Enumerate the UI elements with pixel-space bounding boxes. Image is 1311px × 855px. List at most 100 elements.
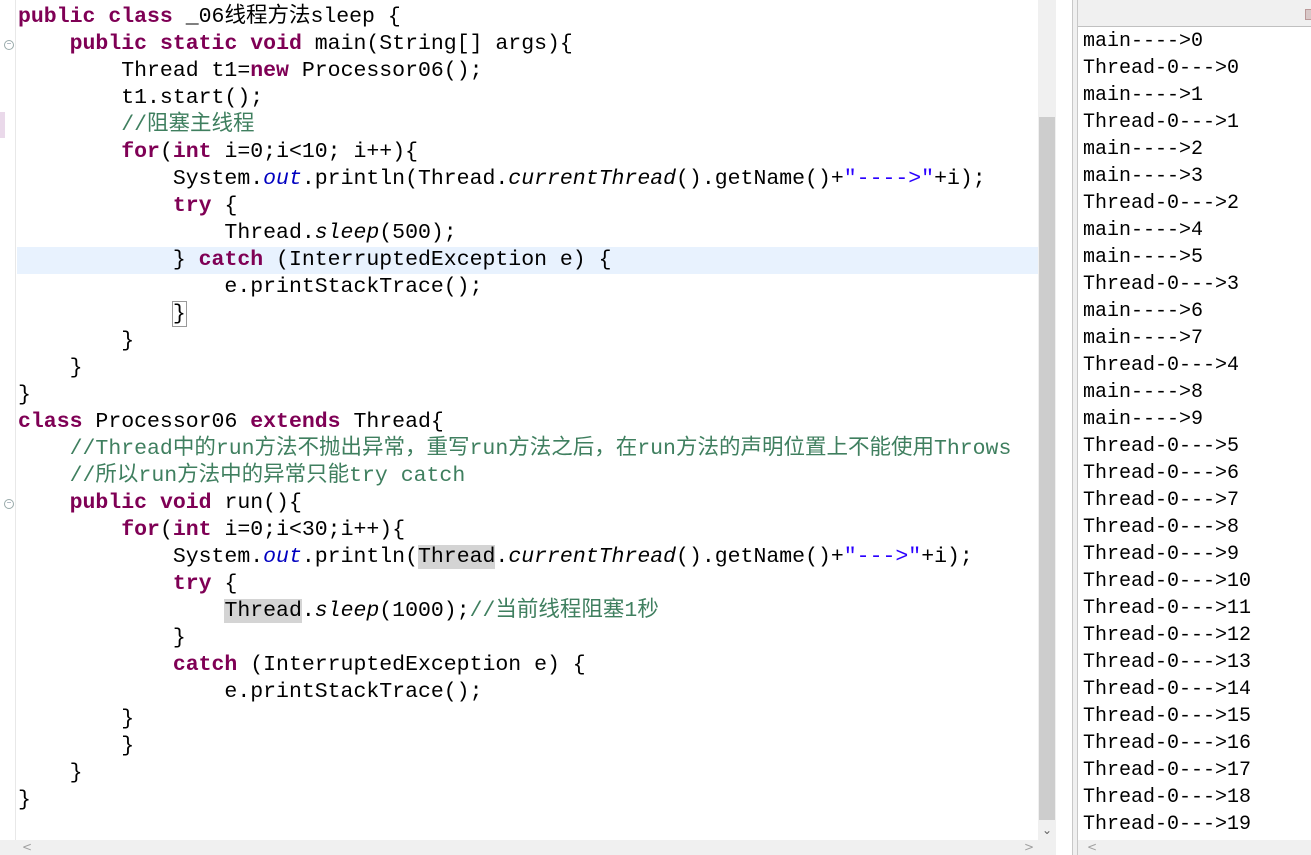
code-line[interactable]: Thread.sleep(1000);//当前线程阻塞1秒: [18, 598, 1038, 625]
console-horizontal-scrollbar[interactable]: <: [1078, 840, 1311, 855]
console-line: Thread-0--->15: [1083, 705, 1252, 728]
code-line[interactable]: t1.start();: [18, 85, 1038, 112]
editor-horizontal-scrollbar[interactable]: < >: [0, 840, 1056, 855]
code-token: e.printStackTrace();: [18, 680, 483, 704]
code-line[interactable]: Thread t1=new Processor06();: [18, 58, 1038, 85]
comment: //当前线程阻塞1秒: [469, 599, 659, 623]
console-line: Thread-0--->10: [1083, 570, 1252, 593]
console-line: Thread-0--->6: [1083, 462, 1240, 485]
code-line[interactable]: System.out.println(Thread.currentThread(…: [18, 544, 1038, 571]
keyword: try: [172, 572, 212, 596]
console-line: Thread-0--->14: [1083, 678, 1252, 701]
code-token: }: [18, 356, 83, 380]
code-token: +i);: [934, 167, 986, 191]
console-line: main---->2: [1083, 138, 1204, 161]
console-line: Thread-0--->13: [1083, 651, 1252, 674]
console-line: Thread-0--->1: [1083, 111, 1240, 134]
console-line: Thread-0--->18: [1083, 786, 1252, 809]
editor-vertical-scrollbar[interactable]: [1038, 0, 1056, 840]
scroll-down-arrow-icon[interactable]: ⌄: [1038, 820, 1056, 840]
code-line[interactable]: //阻塞主线程: [18, 112, 1038, 139]
keyword: extends: [250, 410, 341, 434]
code-line[interactable]: }: [18, 382, 1038, 409]
code-token: }: [18, 248, 199, 272]
code-line[interactable]: Thread.sleep(500);: [18, 220, 1038, 247]
keyword: new: [250, 59, 289, 83]
code-line[interactable]: public void run(){: [18, 490, 1038, 517]
code-line[interactable]: catch (InterruptedException e) {: [18, 652, 1038, 679]
keyword: void: [159, 491, 212, 515]
scroll-left-arrow-icon[interactable]: <: [22, 840, 32, 855]
code-line[interactable]: public static void main(String[] args){: [18, 31, 1038, 58]
code-line[interactable]: }: [18, 760, 1038, 787]
code-line[interactable]: try {: [18, 571, 1038, 598]
keyword: class: [18, 410, 83, 434]
code-line[interactable]: try {: [18, 193, 1038, 220]
code-token: Thread{: [340, 410, 444, 434]
code-token: run(){: [211, 491, 302, 515]
field: out: [263, 167, 302, 191]
console-line: Thread-0--->0: [1083, 57, 1240, 80]
comment: //Thread中的run方法不抛出异常，重写run方法之后，在run方法的声明…: [69, 437, 1012, 461]
code-line[interactable]: }: [18, 625, 1038, 652]
console-line: Thread-0--->3: [1083, 273, 1240, 296]
keyword: for: [121, 518, 160, 542]
code-token: (: [159, 140, 173, 164]
fold-collapse-icon[interactable]: −: [4, 40, 14, 50]
console-line: Thread-0--->7: [1083, 489, 1240, 512]
console-line: main---->7: [1083, 327, 1204, 350]
console-line: Thread-0--->11: [1083, 597, 1252, 620]
console-view[interactable]: main---->0 Thread-0--->0 main---->1 Thread-…: [1078, 0, 1311, 855]
code-line[interactable]: } catch (InterruptedException e) {: [17, 247, 1038, 274]
code-token: {: [211, 194, 238, 218]
code-line[interactable]: for(int i=0;i<10; i++){: [18, 139, 1038, 166]
code-line[interactable]: }: [18, 706, 1038, 733]
code-token: Processor06();: [288, 59, 483, 83]
code-text[interactable]: public class _06线程方法sleep { public stati…: [17, 4, 1038, 814]
code-editor[interactable]: − − public class _06线程方法sleep { public s…: [0, 0, 1038, 840]
code-token: }: [18, 734, 135, 758]
code-line[interactable]: }: [18, 733, 1038, 760]
console-line: main---->6: [1083, 300, 1204, 323]
matching-bracket: }: [171, 301, 187, 327]
scrollbar-thumb[interactable]: [1039, 117, 1055, 820]
console-toolbar: [1078, 0, 1311, 27]
code-line[interactable]: }: [18, 328, 1038, 355]
code-line[interactable]: e.printStackTrace();: [18, 274, 1038, 301]
scroll-right-arrow-icon[interactable]: >: [1024, 840, 1034, 855]
code-token: (InterruptedException e) {: [263, 248, 612, 272]
code-line[interactable]: for(int i=0;i<30;i++){: [18, 517, 1038, 544]
occurrence-highlight: Thread: [417, 545, 496, 569]
code-token: .println(: [301, 545, 418, 569]
code-line[interactable]: //所以run方法中的异常只能try catch: [18, 463, 1038, 490]
code-token: i=0;i<30;i++){: [211, 518, 406, 542]
code-line[interactable]: }: [18, 787, 1038, 814]
code-line[interactable]: }: [18, 301, 1038, 328]
fold-collapse-icon[interactable]: −: [4, 499, 14, 509]
code-line[interactable]: e.printStackTrace();: [18, 679, 1038, 706]
static-method: sleep: [314, 221, 380, 245]
console-line: Thread-0--->5: [1083, 435, 1240, 458]
code-token: .println(Thread.: [301, 167, 509, 191]
code-line[interactable]: public class _06线程方法sleep {: [18, 4, 1038, 31]
code-line[interactable]: class Processor06 extends Thread{: [18, 409, 1038, 436]
scroll-left-arrow-icon[interactable]: <: [1087, 840, 1097, 855]
string-literal: "--->": [843, 545, 922, 569]
code-line[interactable]: //Thread中的run方法不抛出异常，重写run方法之后，在run方法的声明…: [18, 436, 1038, 463]
console-line: main---->4: [1083, 219, 1204, 242]
code-line[interactable]: }: [18, 355, 1038, 382]
code-line[interactable]: System.out.println(Thread.currentThread(…: [18, 166, 1038, 193]
maximize-icon[interactable]: [1305, 9, 1311, 20]
code-token: }: [18, 626, 186, 650]
code-token: main(String[] args){: [301, 32, 573, 56]
keyword: catch: [172, 653, 238, 677]
occurrence-highlight: Thread: [224, 599, 302, 623]
